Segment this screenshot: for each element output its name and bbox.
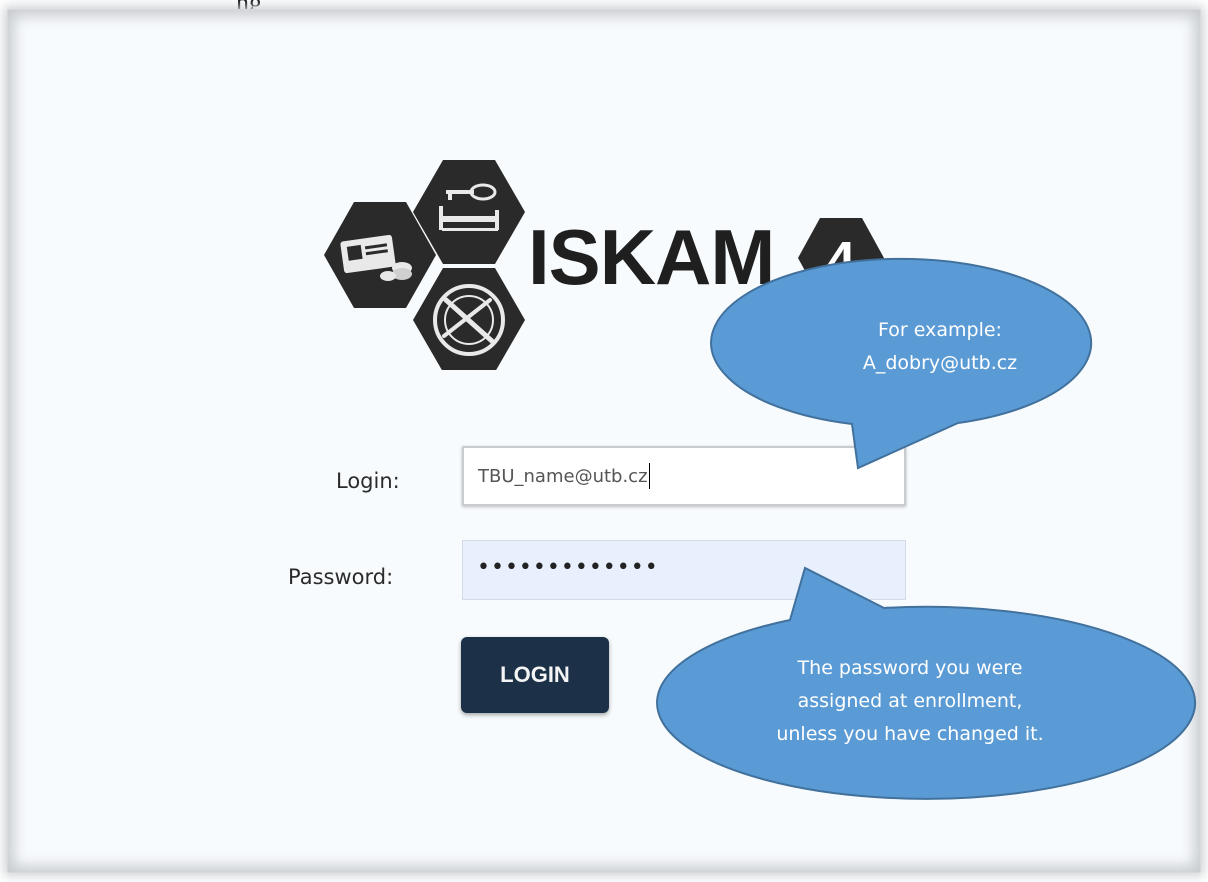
password-hint-line: assigned at enrollment, — [797, 690, 1023, 712]
plate-cutlery-icon — [413, 268, 525, 372]
password-label: Password: — [288, 565, 394, 589]
version-4-badge: 4 — [798, 218, 884, 298]
login-label: Login: — [336, 469, 400, 493]
password-hint-line: The password you were — [797, 657, 1023, 679]
badge-number: 4 — [827, 232, 856, 290]
login-input[interactable]: TBU_name@utb.cz — [462, 446, 906, 506]
password-hint-line: unless you have changed it. — [776, 723, 1044, 745]
password-input[interactable]: ••••••••••••• — [462, 540, 906, 600]
logo-wordmark: ISKAM — [528, 213, 775, 301]
login-hint-text: For example: A_dobry@utb.cz — [790, 314, 1090, 380]
password-hint-text: The password you were assigned at enroll… — [690, 652, 1130, 751]
login-input-value: TBU_name@utb.cz — [478, 465, 648, 487]
login-button[interactable]: LOGIN — [461, 637, 609, 713]
text-caret — [648, 463, 650, 489]
login-hint-line: A_dobry@utb.cz — [862, 352, 1018, 374]
password-input-value: ••••••••••••• — [477, 554, 659, 580]
login-hint-line: For example: — [878, 319, 1002, 341]
